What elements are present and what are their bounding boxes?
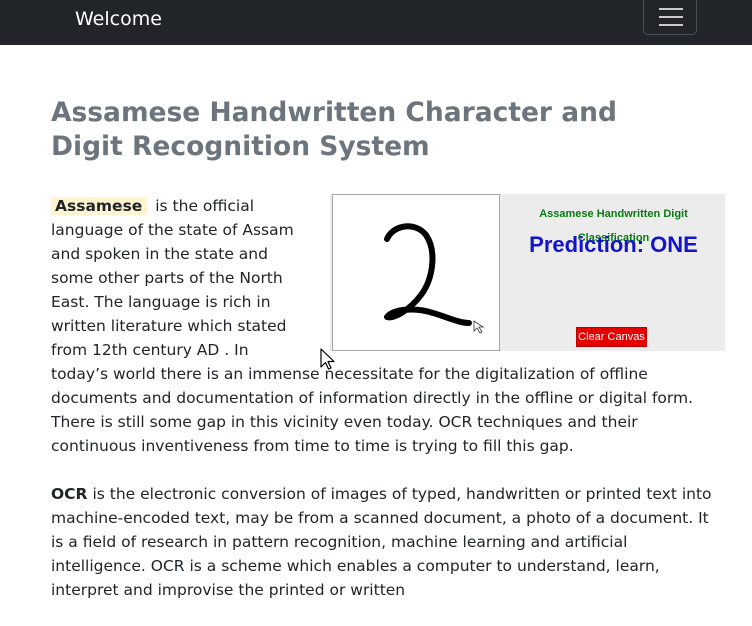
handwritten-digit-stroke [384,223,485,334]
navbar: Welcome [0,0,752,45]
mouse-cursor-icon [320,348,335,370]
hamburger-icon [659,8,683,10]
clear-canvas-button[interactable]: Clear Canvas [576,327,647,347]
hamburger-icon-bar [659,16,683,18]
highlighted-term: Assamese [51,197,148,215]
hamburger-icon-bar [659,24,683,26]
digit-classifier-widget: Assamese Handwritten Digit Classificatio… [330,194,725,351]
drawing-canvas[interactable] [332,194,500,351]
ocr-text: is the electronic conversion of images o… [51,485,712,599]
pointer-icon [473,320,485,334]
page-title: Assamese Handwritten Character and Digit… [51,97,617,162]
main-content: Assamese Handwritten Digit Classificatio… [51,194,725,626]
navbar-brand[interactable]: Welcome [75,8,162,30]
ocr-paragraph: OCR is the electronic conversion of imag… [51,482,723,602]
ocr-keyword: OCR [51,485,88,503]
menu-toggle-button[interactable] [643,0,697,35]
prediction-result: Prediction: ONE [529,232,698,257]
